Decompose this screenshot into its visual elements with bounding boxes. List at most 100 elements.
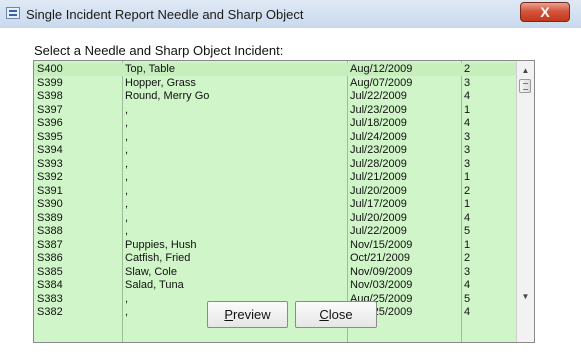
list-row[interactable]: S384 Salad, Tuna Nov/03/2009 4: [34, 279, 518, 292]
list-row[interactable]: S386 Catfish, Fried Oct/21/2009 2: [34, 252, 518, 265]
incident-number-cell: 1: [464, 171, 471, 183]
incident-number-cell: 4: [464, 306, 471, 318]
incident-id-cell: S389: [37, 211, 63, 224]
preview-label: review: [233, 307, 271, 322]
incident-name-cell: Slaw, Cole: [125, 265, 177, 278]
list-row[interactable]: S391, Jul/20/2009 2: [34, 185, 518, 198]
incident-date-cell: Jul/24/2009: [350, 130, 407, 143]
incident-id-cell: S387: [37, 238, 63, 251]
preview-accelerator: P: [224, 307, 234, 322]
incident-id-cell: S392: [37, 171, 63, 183]
incident-name-cell: ,: [125, 103, 129, 116]
list-prompt: Select a Needle and Sharp Object Inciden…: [34, 43, 284, 58]
incident-number-cell: 4: [464, 90, 471, 102]
incident-number-cell: 1: [464, 103, 471, 116]
close-label: lose: [328, 307, 353, 322]
incident-name-cell: ,: [125, 157, 129, 170]
list-row[interactable]: S399 Hopper, Grass Aug/07/2009 3: [34, 77, 518, 90]
list-row[interactable]: S400 Top, Table Aug/12/2009 2: [34, 63, 518, 76]
list-row[interactable]: S392, Jul/21/2009 1: [34, 171, 518, 184]
incident-date-cell: Nov/09/2009: [350, 265, 413, 278]
incident-name-cell: ,: [125, 225, 129, 237]
incident-name-cell: ,: [125, 144, 129, 156]
list-row[interactable]: S396, Jul/18/2009 4: [34, 117, 518, 130]
incident-date-cell: Jul/20/2009: [350, 184, 407, 197]
list-row[interactable]: S387 Puppies, Hush Nov/15/2009 1: [34, 239, 518, 252]
incident-id-cell: S397: [37, 103, 63, 116]
list-row[interactable]: S393, Jul/28/2009 3: [34, 158, 518, 171]
incident-number-cell: 2: [464, 63, 471, 75]
close-accelerator: C: [319, 307, 329, 322]
incident-date-cell: Jul/22/2009: [350, 90, 407, 102]
incident-id-cell: S386: [37, 252, 63, 264]
incident-number-cell: 1: [464, 198, 471, 210]
incident-number-cell: 5: [464, 225, 471, 237]
window-close-button[interactable]: X: [520, 2, 570, 22]
incident-id-cell: S394: [37, 144, 63, 156]
list-row[interactable]: S389, Jul/20/2009 4: [34, 212, 518, 225]
incident-date-cell: Jul/22/2009: [350, 225, 407, 237]
incident-date-cell: Nov/03/2009: [350, 279, 413, 291]
incident-name-cell: ,: [125, 198, 129, 210]
incident-date-cell: Aug/07/2009: [350, 76, 413, 89]
list-row[interactable]: S394, Jul/23/2009 3: [34, 144, 518, 157]
incident-id-cell: S400: [37, 63, 63, 75]
incident-id-cell: S390: [37, 198, 63, 210]
scroll-down-icon[interactable]: ▼: [517, 290, 534, 304]
list-row[interactable]: S398 Round, Merry Go Jul/22/2009 4: [34, 90, 518, 103]
incident-number-cell: 2: [464, 184, 471, 197]
incident-id-cell: S384: [37, 279, 63, 291]
incident-number-cell: 2: [464, 252, 471, 264]
vertical-scrollbar[interactable]: ▲ ▼: [516, 61, 534, 342]
incident-number-cell: 4: [464, 279, 471, 291]
incident-id-cell: S391: [37, 184, 63, 197]
close-button[interactable]: Close: [295, 301, 377, 328]
incident-name-cell: ,: [125, 130, 129, 143]
incident-name-cell: Round, Merry Go: [125, 90, 210, 102]
incident-date-cell: Jul/28/2009: [350, 157, 407, 170]
scroll-thumb[interactable]: [519, 79, 531, 93]
incident-number-cell: 5: [464, 292, 471, 305]
incident-id-cell: S383: [37, 292, 63, 305]
list-row[interactable]: S385 Slaw, Cole Nov/09/2009 3: [34, 266, 518, 279]
incident-number-cell: 3: [464, 144, 471, 156]
incident-date-cell: Jul/23/2009: [350, 144, 407, 156]
incident-number-cell: 4: [464, 211, 471, 224]
incident-number-cell: 3: [464, 265, 471, 278]
scroll-up-icon[interactable]: ▲: [517, 64, 534, 78]
incident-id-cell: S382: [37, 306, 63, 318]
list-row[interactable]: S390, Jul/17/2009 1: [34, 198, 518, 211]
incident-id-cell: S388: [37, 225, 63, 237]
incident-number-cell: 3: [464, 76, 471, 89]
incident-date-cell: Jul/20/2009: [350, 211, 407, 224]
window-title: Single Incident Report Needle and Sharp …: [26, 7, 304, 22]
incident-name-cell: Catfish, Fried: [125, 252, 191, 264]
incident-date-cell: Jul/17/2009: [350, 198, 407, 210]
incident-id-cell: S395: [37, 130, 63, 143]
incident-name-cell: ,: [125, 184, 129, 197]
incident-id-cell: S385: [37, 265, 63, 278]
incident-name-cell: Puppies, Hush: [125, 238, 197, 251]
incident-name-cell: Top, Table: [125, 63, 175, 75]
incident-id-cell: S399: [37, 76, 63, 89]
preview-button[interactable]: Preview: [207, 301, 288, 328]
incident-name-cell: ,: [125, 117, 129, 129]
incident-name-cell: ,: [125, 171, 129, 183]
incident-number-cell: 1: [464, 238, 471, 251]
list-row[interactable]: S397, Jul/23/2009 1: [34, 104, 518, 117]
incident-date-cell: Jul/21/2009: [350, 171, 407, 183]
incident-number-cell: 4: [464, 117, 471, 129]
form-icon: [6, 7, 20, 19]
incident-name-cell: ,: [125, 211, 129, 224]
incident-number-cell: 3: [464, 157, 471, 170]
incident-date-cell: Jul/18/2009: [350, 117, 407, 129]
incident-date-cell: Jul/23/2009: [350, 103, 407, 116]
incident-number-cell: 3: [464, 130, 471, 143]
incident-id-cell: S396: [37, 117, 63, 129]
incident-id-cell: S398: [37, 90, 63, 102]
list-row[interactable]: S388, Jul/22/2009 5: [34, 225, 518, 238]
incident-id-cell: S393: [37, 157, 63, 170]
list-row[interactable]: S395, Jul/24/2009 3: [34, 131, 518, 144]
incident-name-cell: Hopper, Grass: [125, 76, 196, 89]
title-bar[interactable]: Single Incident Report Needle and Sharp …: [0, 0, 581, 29]
